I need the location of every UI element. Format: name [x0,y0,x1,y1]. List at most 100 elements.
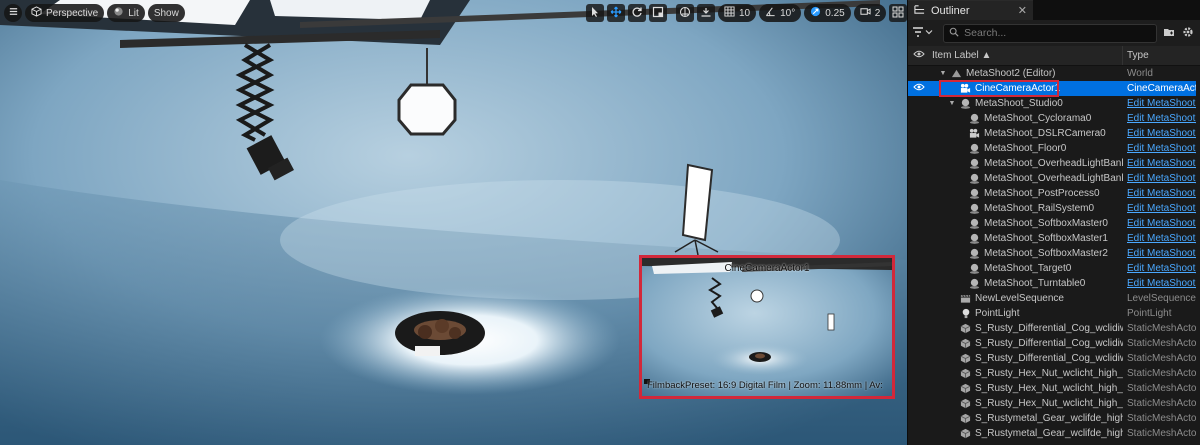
expand-arrow-icon[interactable]: ▼ [939,70,947,77]
outliner-row-label: MetaShoot_DSLRCamera0 [984,128,1106,139]
edit-blueprint-link[interactable]: Edit MetaShoot_ [1123,218,1200,229]
view-mode-button[interactable]: Lit [107,4,145,22]
perspective-button[interactable]: Perspective [25,4,105,22]
outliner-row[interactable]: MetaShoot_OverheadLightBank0 Edit MetaSho… [908,156,1200,171]
outliner-row[interactable]: S_Rustymetal_Gear_wclifde_high_\ StaticMe… [908,411,1200,426]
coordinate-system-button[interactable] [676,4,694,22]
outliner-row-selected[interactable]: CineCameraActor1 CineCameraActor [908,81,1200,96]
rotation-snap-button[interactable]: 10° [759,4,802,22]
edit-blueprint-link[interactable]: Edit MetaShoot_ [1123,263,1200,274]
outliner-row[interactable]: MetaShoot_OverheadLightBank1 Edit MetaSho… [908,171,1200,186]
edit-blueprint-link[interactable]: Edit MetaShoot_ [1123,158,1200,169]
outliner-row-label: MetaShoot_SoftboxMaster2 [984,248,1108,259]
grid-snap-button[interactable]: 10 [718,4,757,22]
outliner-row[interactable]: S_Rusty_Hex_Nut_wclicht_high_Va StaticMes… [908,366,1200,381]
outliner-row-label-cell: NewLevelSequence [930,293,1123,304]
add-folder-icon [1163,26,1175,41]
outliner-row[interactable]: MetaShoot_Cyclorama0 Edit MetaShoot_ [908,111,1200,126]
outliner-row[interactable]: S_Rustymetal_Gear_wclifde_high_\ StaticMe… [908,426,1200,441]
rotation-snap-value: 10° [780,7,796,19]
camera-preview-title: CineCameraActor1 [724,263,810,274]
show-button[interactable]: Show [147,4,185,22]
outliner-row[interactable]: MetaShoot_SoftboxMaster2 Edit MetaShoot_ [908,246,1200,261]
outliner-row[interactable]: MetaShoot_Floor0 Edit MetaShoot_ [908,141,1200,156]
show-label: Show [153,7,179,19]
maximize-viewport-button[interactable] [889,4,907,22]
level-viewport[interactable]: Perspective Lit Show 10 10° 0.25 2 CineC… [0,0,907,445]
outliner-row[interactable]: MetaShoot_DSLRCamera0 Edit MetaShoot_ [908,126,1200,141]
edit-blueprint-link[interactable]: Edit MetaShoot_ [1123,173,1200,184]
outliner-row-label: S_Rusty_Hex_Nut_wclicht_high_Va [975,383,1123,394]
outliner-panel: Outliner ✕ Item Label ▲ [907,0,1200,445]
actor-icon [969,158,980,169]
edit-blueprint-link[interactable]: Edit MetaShoot_ [1123,143,1200,154]
gear-icon [1182,26,1194,41]
outliner-row-label: S_Rusty_Differential_Cog_wclidiw_ [975,353,1123,364]
outliner-row[interactable]: MetaShoot_SoftboxMaster1 Edit MetaShoot_ [908,231,1200,246]
edit-blueprint-link[interactable]: Edit MetaShoot_ [1123,113,1200,124]
outliner-row[interactable]: PointLight PointLight [908,306,1200,321]
outliner-row[interactable]: MetaShoot_Target0 Edit MetaShoot_ [908,261,1200,276]
outliner-row-label-cell: S_Rusty_Differential_Cog_wclidiw_ [930,353,1123,364]
item-label-column-header[interactable]: Item Label ▲ [930,46,1123,65]
outliner-row-label-cell: MetaShoot_SoftboxMaster1 [930,233,1123,244]
outliner-row[interactable]: MetaShoot_PostProcess0 Edit MetaShoot_ [908,186,1200,201]
outliner-row-label: NewLevelSequence [975,293,1064,304]
rotate-tool[interactable] [628,4,646,22]
add-folder-button[interactable] [1161,24,1177,42]
camera-speed-value: 2 [874,7,881,19]
edit-blueprint-link[interactable]: Edit MetaShoot_ [1123,278,1200,289]
outliner-row[interactable]: NewLevelSequence LevelSequenceA [908,291,1200,306]
edit-blueprint-link[interactable]: Edit MetaShoot_ [1123,248,1200,259]
outliner-row-label-cell: MetaShoot_DSLRCamera0 [930,128,1123,139]
expand-arrow-icon[interactable]: ▼ [948,100,956,107]
outliner-row[interactable]: MetaShoot_SoftboxMaster0 Edit MetaShoot_ [908,216,1200,231]
edit-blueprint-link[interactable]: Edit MetaShoot_ [1123,233,1200,244]
outliner-row[interactable]: S_Rusty_Hex_Nut_wclicht_high_Va StaticMes… [908,396,1200,411]
actor-icon [969,263,980,274]
outliner-row-label-cell: MetaShoot_PostProcess0 [930,188,1123,199]
outliner-row-label: MetaShoot_PostProcess0 [984,188,1100,199]
camera-icon [969,128,980,139]
outliner-tab-bar: Outliner ✕ [908,0,1200,20]
visibility-toggle[interactable] [908,83,930,94]
tab-outliner[interactable]: Outliner ✕ [908,0,1033,20]
edit-blueprint-link[interactable]: Edit MetaShoot_ [1123,98,1200,109]
outliner-row-label: PointLight [975,308,1020,319]
outliner-row[interactable]: MetaShoot_Turntable0 Edit MetaShoot_ [908,276,1200,291]
outliner-row-label-cell: MetaShoot_Target0 [930,263,1123,274]
outliner-row[interactable]: ▼ MetaShoot2 (Editor) World [908,66,1200,81]
outliner-row[interactable]: S_Rusty_Differential_Cog_wclidiw_ StaticM… [908,336,1200,351]
outliner-row[interactable]: ▼ MetaShoot_Studio0 Edit MetaShoot_ [908,96,1200,111]
type-column-header[interactable]: Type [1123,50,1149,61]
cine-camera-icon [960,83,971,94]
outliner-row[interactable]: S_Rusty_Differential_Cog_wclidiw_ StaticM… [908,321,1200,336]
scale-snap-button[interactable]: 0.25 [804,4,851,22]
point-light-icon [960,308,971,319]
viewport-options-button[interactable] [4,4,22,22]
search-input[interactable] [964,27,1145,39]
surface-snapping-button[interactable] [697,4,715,22]
outliner-row-label: S_Rustymetal_Gear_wclifde_high_\ [975,428,1123,439]
camera-speed-button[interactable]: 2 [853,4,887,22]
filter-icon [912,26,924,41]
actor-icon [969,248,980,259]
scale-tool[interactable] [649,4,667,22]
edit-blueprint-link[interactable]: Edit MetaShoot_ [1123,188,1200,199]
filter-button[interactable] [912,24,939,42]
outliner-row[interactable]: S_Rusty_Differential_Cog_wclidiw_ StaticM… [908,351,1200,366]
select-tool[interactable] [586,4,604,22]
outliner-row[interactable]: MetaShoot_RailSystem0 Edit MetaShoot_ [908,201,1200,216]
grid-snap-value: 10 [739,7,751,19]
edit-blueprint-link[interactable]: Edit MetaShoot_ [1123,128,1200,139]
settings-button[interactable] [1180,24,1196,42]
outliner-scrollbar[interactable] [1196,66,1200,445]
outliner-row-label: MetaShoot_Floor0 [984,143,1067,154]
close-icon[interactable]: ✕ [1018,4,1027,17]
outliner-row[interactable]: S_Rusty_Hex_Nut_wclicht_high_Va StaticMes… [908,381,1200,396]
visibility-column-header[interactable] [908,50,930,61]
edit-blueprint-link[interactable]: Edit MetaShoot_ [1123,203,1200,214]
outliner-row-type: StaticMeshActor [1127,383,1200,394]
translate-tool[interactable] [607,4,625,22]
actor-icon [969,233,980,244]
